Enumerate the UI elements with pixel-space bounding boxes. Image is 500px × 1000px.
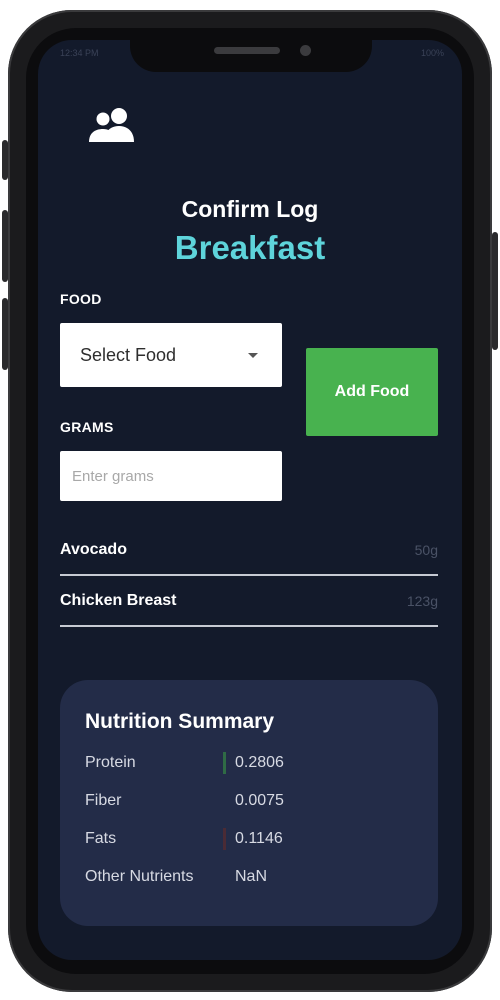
nutrient-row: Fats 0.1146 [85,827,425,851]
users-icon[interactable] [86,106,138,146]
mute-switch [2,140,8,180]
power-button [492,232,498,350]
food-select[interactable]: Select Food [60,323,282,387]
nutrient-value: NaN [235,868,268,885]
nutrient-row: Other Nutrients NaN [85,865,425,889]
grams-label: GRAMS [60,419,114,435]
nutrient-name: Fiber [85,792,122,809]
nutrient-row: Protein 0.2806 [85,751,425,775]
nutrient-bar [223,790,226,812]
chevron-down-icon [248,352,258,358]
grams-input[interactable] [60,451,282,501]
food-grams: 50g [414,541,438,558]
nutrition-summary-card: Nutrition Summary Protein 0.2806 Fiber 0… [60,680,438,926]
list-item[interactable]: Chicken Breast 123g [60,576,438,627]
food-label: FOOD [60,291,102,307]
nutrient-bar [223,828,226,850]
food-name: Chicken Breast [60,591,177,609]
camera [300,45,311,56]
nutrient-bar [223,752,226,774]
nutrient-value: 0.1146 [235,830,283,847]
notch [130,38,372,72]
summary-title: Nutrition Summary [85,710,275,733]
add-food-button[interactable]: Add Food [306,348,438,436]
list-item[interactable]: Avocado 50g [60,525,438,576]
app-screen: 12:34 PM 100% Confirm Log Breakfast FOOD… [38,40,462,960]
nutrient-name: Fats [85,830,117,847]
food-list: Avocado 50g Chicken Breast 123g [60,525,438,627]
status-battery: 100% [420,48,444,58]
nutrient-value: 0.0075 [235,792,284,809]
food-grams: 123g [406,592,438,609]
volume-up-button [2,210,8,282]
nutrient-row: Fiber 0.0075 [85,789,425,813]
meal-title: Breakfast [174,229,326,266]
food-select-value: Select Food [80,344,177,365]
volume-down-button [2,298,8,370]
status-time: 12:34 PM [60,48,99,58]
speaker [214,47,280,54]
nutrient-name: Other Nutrients [85,868,194,885]
page-title: Confirm Log [181,196,319,222]
nutrient-value: 0.2806 [235,754,284,771]
nutrient-name: Protein [85,754,136,771]
food-name: Avocado [60,540,127,558]
nutrient-bar [223,866,226,888]
